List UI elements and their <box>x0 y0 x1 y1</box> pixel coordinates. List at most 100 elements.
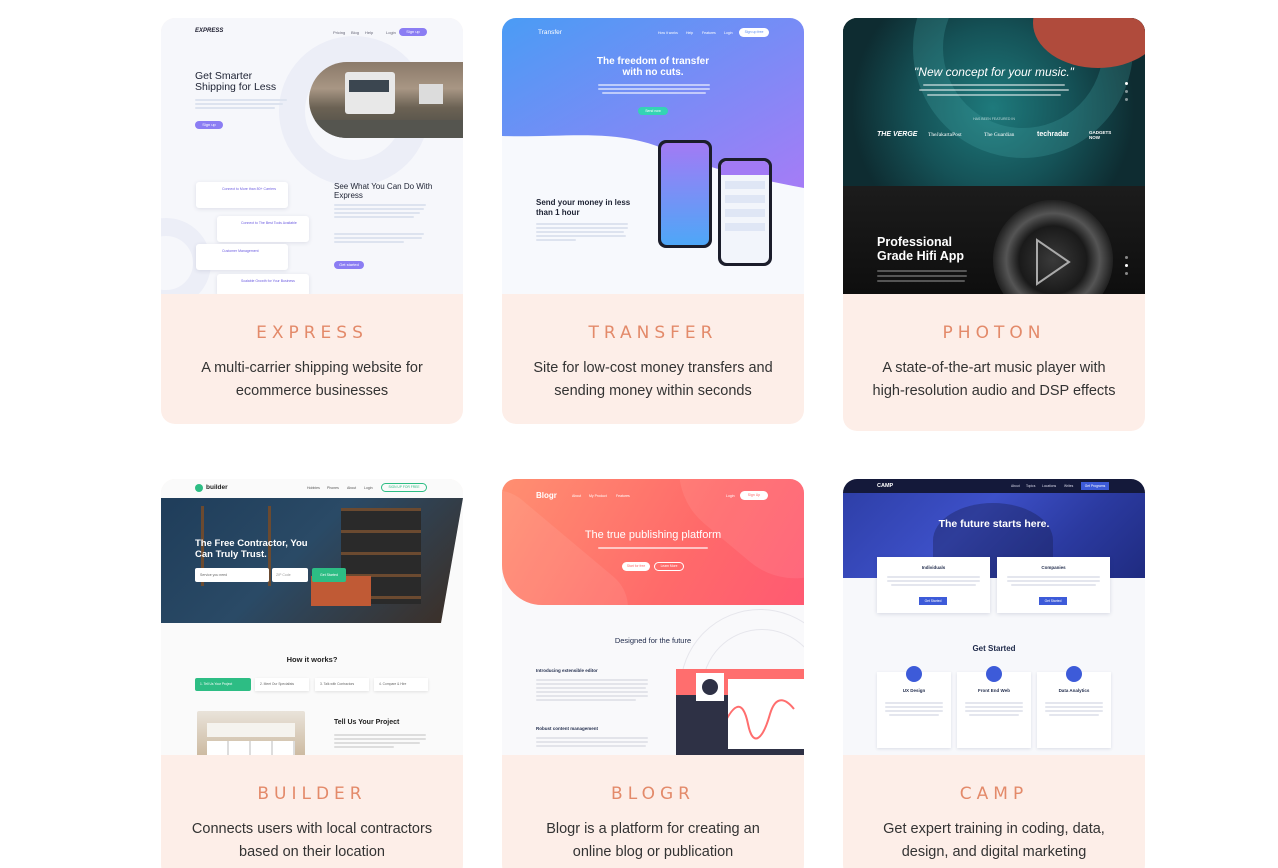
project-title: BLOGR <box>611 784 695 804</box>
express-nav-help[interactable]: Help <box>365 30 373 35</box>
builder-hero-image <box>161 498 463 623</box>
project-title: TRANSFER <box>588 323 718 343</box>
camp-course-ux: UX Design <box>902 688 926 693</box>
press-jakarta-post: TheJakartaPost <box>928 132 962 138</box>
photon-logo-icon <box>1036 238 1071 286</box>
express-nav-blog[interactable]: Blog <box>351 30 359 35</box>
builder-logo: builder <box>206 484 228 491</box>
camp-nav-topics[interactable]: Topics <box>1026 484 1035 488</box>
builder-how-heading: How it works? <box>286 655 338 664</box>
slider-dots[interactable] <box>1125 82 1128 101</box>
transfer-hero-heading: The freedom of transfer with no cuts. <box>596 56 710 78</box>
builder-logo-icon <box>195 484 203 492</box>
builder-signup-button[interactable]: SIGN UP FOR FREE <box>381 483 427 492</box>
project-description: A state-of-the-art music player with hig… <box>872 360 1116 399</box>
project-card-camp[interactable]: CAMP About Topics Locations Writes Get P… <box>843 479 1145 868</box>
camp-individuals-button[interactable]: Get Started <box>919 597 947 605</box>
blogr-nav-features[interactable]: Features <box>616 494 630 498</box>
blogr-illustration <box>676 669 804 755</box>
project-card-blogr[interactable]: Blogr About My Product Features Login Si… <box>502 479 804 868</box>
project-preview-transfer: Transfer How it works Help Features Logi… <box>502 18 804 294</box>
blogr-learn-more-button[interactable]: Learn More <box>654 562 684 571</box>
builder-hero-heading: The Free Contractor, You Can Truly Trust… <box>195 538 308 560</box>
camp-course-frontend: Front End Web <box>978 688 1010 693</box>
photon-hero-quote: "New concept for your music." <box>914 65 1074 79</box>
blogr-nav-about[interactable]: About <box>572 494 581 498</box>
blogr-start-free-button[interactable]: Start for free <box>622 562 650 571</box>
project-card-transfer[interactable]: Transfer How it works Help Features Logi… <box>502 18 804 424</box>
project-title: EXPRESS <box>256 323 368 343</box>
blogr-nav-login[interactable]: Login <box>726 494 735 498</box>
express-logo: EXPRESS <box>195 28 224 34</box>
project-preview-photon: "New concept for your music." HAS BEEN F… <box>843 18 1145 294</box>
camp-get-programs-button[interactable]: Get Programs <box>1081 482 1109 490</box>
project-card-express[interactable]: EXPRESS Pricing Blog Help Login Sign up … <box>161 18 463 424</box>
express-hero-heading: Get Smarter Shipping for Less <box>195 70 277 93</box>
photon-featured-label: HAS BEEN FEATURED IN <box>973 117 1015 121</box>
blogr-signup-button[interactable]: Sign Up <box>740 491 768 500</box>
express-feature-carriers: Connect to More than 80+ Carriers <box>222 187 276 191</box>
builder-get-started-button[interactable]: Get Started <box>312 568 346 582</box>
data-analytics-icon <box>1066 666 1082 682</box>
blogr-feature-editor: Introducing extensible editor <box>536 668 598 673</box>
project-title: CAMP <box>959 784 1029 804</box>
transfer-nav-features[interactable]: Features <box>702 31 716 35</box>
express-nav-pricing[interactable]: Pricing <box>333 30 345 35</box>
builder-step-2[interactable]: 2. Meet Our Specialists <box>255 678 309 691</box>
builder-nav-about[interactable]: About <box>347 486 356 490</box>
press-guardian: The Guardian <box>984 132 1015 138</box>
camp-companies-button[interactable]: Get Started <box>1039 597 1067 605</box>
front-end-web-icon <box>986 666 1002 682</box>
express-section-button[interactable]: Get started <box>334 261 364 269</box>
project-preview-camp: CAMP About Topics Locations Writes Get P… <box>843 479 1145 755</box>
project-card-builder[interactable]: builder Hobbies Phones About Login SIGN … <box>161 479 463 868</box>
builder-nav-login[interactable]: Login <box>364 486 373 490</box>
transfer-signup-button[interactable]: Sign up free <box>739 28 769 37</box>
builder-step-4[interactable]: 4. Compare & Hire <box>374 678 428 691</box>
builder-service-select[interactable]: Service you need <box>195 568 269 582</box>
transfer-send-button[interactable]: Send now <box>638 107 668 115</box>
builder-nav-phones[interactable]: Phones <box>327 486 339 490</box>
project-preview-express: EXPRESS Pricing Blog Help Login Sign up … <box>161 18 463 294</box>
project-title: PHOTON <box>942 323 1046 343</box>
transfer-logo: Transfer <box>538 29 562 36</box>
express-feature-growth: Scalable Growth for Your Business <box>241 279 295 283</box>
project-description: A multi-carrier shipping website for eco… <box>201 360 423 399</box>
blogr-logo: Blogr <box>536 491 557 500</box>
project-preview-blogr: Blogr About My Product Features Login Si… <box>502 479 804 755</box>
camp-logo: CAMP <box>877 483 894 489</box>
express-signup-button[interactable]: Sign up <box>399 28 427 36</box>
phone-mockup-1 <box>658 140 712 248</box>
blogr-hero-heading: The true publishing platform <box>584 529 722 541</box>
project-description: Site for low-cost money transfers and se… <box>533 360 773 399</box>
camp-nav-about[interactable]: About <box>1011 484 1020 488</box>
camp-nav-locations[interactable]: Locations <box>1042 484 1056 488</box>
ux-design-icon <box>906 666 922 682</box>
express-feature-tools: Connect to The Best Tools Available <box>241 221 297 225</box>
camp-course-data: Data Analytics <box>1058 688 1090 693</box>
camp-companies-title: Companies <box>1041 565 1066 570</box>
project-card-photon[interactable]: "New concept for your music." HAS BEEN F… <box>843 18 1145 431</box>
photon-section-heading: Professional Grade Hifi App <box>877 235 965 263</box>
camp-individuals-title: Individuals <box>921 565 946 570</box>
builder-kitchen-image <box>197 711 305 755</box>
transfer-nav-how[interactable]: How it works <box>658 31 678 35</box>
builder-project-heading: Tell Us Your Project <box>334 719 400 726</box>
builder-zip-input[interactable]: ZIP Code <box>272 568 308 582</box>
blogr-nav-product[interactable]: My Product <box>589 494 607 498</box>
builder-step-1[interactable]: 1. Tell Us Your Project <box>195 678 251 691</box>
express-nav-login[interactable]: Login <box>386 30 396 35</box>
blogr-feature-cms: Robust content management <box>536 726 599 731</box>
project-description: Blogr is a platform for creating an onli… <box>546 821 760 860</box>
phone-mockup-2 <box>718 158 772 266</box>
builder-nav-hobbies[interactable]: Hobbies <box>307 486 320 490</box>
builder-step-3[interactable]: 3. Talk with Contractors <box>315 678 369 691</box>
slider-dots-2[interactable] <box>1125 256 1128 275</box>
project-description: Get expert training in coding, data, des… <box>883 821 1105 860</box>
transfer-section-heading: Send your money in less than 1 hour <box>536 198 631 217</box>
express-hero-button[interactable]: Sign up <box>195 121 223 129</box>
transfer-nav-help[interactable]: Help <box>686 31 693 35</box>
camp-nav-writes[interactable]: Writes <box>1064 484 1073 488</box>
transfer-nav-login[interactable]: Login <box>724 31 733 35</box>
project-title: BUILDER <box>257 784 367 804</box>
